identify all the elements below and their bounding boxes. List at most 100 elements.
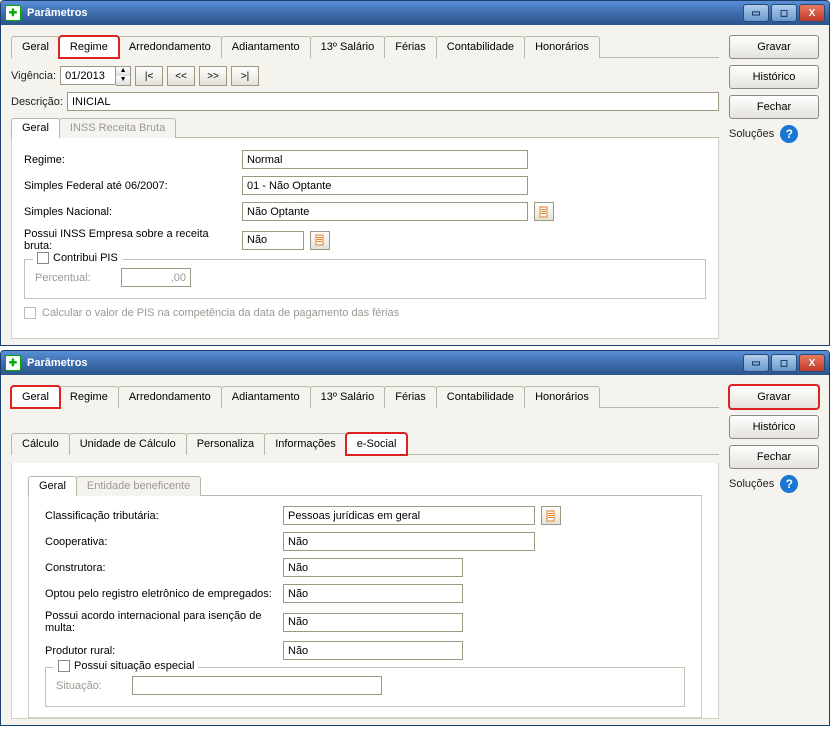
tab-13-salario[interactable]: 13º Salário xyxy=(310,36,386,58)
solucoes-row: Soluções ? xyxy=(729,475,819,493)
simples-federal-label: Simples Federal até 06/2007: xyxy=(24,180,236,192)
geral-subtabs: Cálculo Unidade de Cálculo Personaliza I… xyxy=(11,432,719,455)
solucoes-label: Soluções xyxy=(729,128,774,140)
tab-regime[interactable]: Regime xyxy=(59,36,119,58)
tab-geral[interactable]: Geral xyxy=(11,36,60,58)
gravar-button[interactable]: Gravar xyxy=(729,35,819,59)
subtab-calculo[interactable]: Cálculo xyxy=(11,433,70,455)
tab-13-salario[interactable]: 13º Salário xyxy=(310,386,386,408)
esocial-inner-tabs: Geral Entidade beneficente xyxy=(28,475,702,496)
calcular-pis-ferias-label: Calcular o valor de PIS na competência d… xyxy=(42,307,399,319)
subtab-unidade-calculo[interactable]: Unidade de Cálculo xyxy=(69,433,187,455)
spinner-up-icon[interactable]: ▲ xyxy=(116,67,130,76)
simples-federal-input[interactable] xyxy=(242,176,528,195)
situacao-especial-checkbox[interactable] xyxy=(58,660,70,672)
percentual-input xyxy=(121,268,191,287)
contribui-pis-legend: Contribui PIS xyxy=(33,252,122,264)
innertab-entidade-beneficente[interactable]: Entidade beneficente xyxy=(76,476,201,496)
historico-button[interactable]: Histórico xyxy=(729,65,819,89)
subtab-personaliza[interactable]: Personaliza xyxy=(186,433,265,455)
regime-geral-panel: Regime: Simples Federal até 06/2007: Sim… xyxy=(11,138,719,339)
esocial-panel: Geral Entidade beneficente Classificação… xyxy=(11,463,719,719)
subtab-inss-receita-bruta[interactable]: INSS Receita Bruta xyxy=(59,118,176,138)
produtor-rural-label: Produtor rural: xyxy=(45,645,277,657)
tab-geral[interactable]: Geral xyxy=(11,386,60,408)
contribui-pis-fieldset: Contribui PIS Percentual: xyxy=(24,259,706,299)
minimize-button[interactable]: ▭ xyxy=(743,354,769,372)
tab-contabilidade[interactable]: Contabilidade xyxy=(436,386,525,408)
tab-adiantamento[interactable]: Adiantamento xyxy=(221,36,311,58)
tab-contabilidade[interactable]: Contabilidade xyxy=(436,36,525,58)
historico-button[interactable]: Histórico xyxy=(729,415,819,439)
tab-adiantamento[interactable]: Adiantamento xyxy=(221,386,311,408)
produtor-rural-input[interactable] xyxy=(283,641,463,660)
tab-arredondamento[interactable]: Arredondamento xyxy=(118,36,222,58)
classificacao-tributaria-input[interactable] xyxy=(283,506,535,525)
titlebar[interactable]: ✚ Parâmetros ▭ ◻ X xyxy=(1,351,829,375)
spinner-down-icon[interactable]: ▼ xyxy=(116,76,130,85)
tab-honorarios[interactable]: Honorários xyxy=(524,36,600,58)
construtora-input[interactable] xyxy=(283,558,463,577)
innertab-geral[interactable]: Geral xyxy=(28,476,77,496)
contribui-pis-label: Contribui PIS xyxy=(53,252,118,264)
window-parametros-regime: ✚ Parâmetros ▭ ◻ X Geral Regime Arredond… xyxy=(0,0,830,346)
lookup-classificacao-button[interactable] xyxy=(541,506,561,525)
situacao-input xyxy=(132,676,382,695)
titlebar[interactable]: ✚ Parâmetros ▭ ◻ X xyxy=(1,1,829,25)
subtab-geral[interactable]: Geral xyxy=(11,118,60,138)
help-icon[interactable]: ? xyxy=(780,125,798,143)
help-icon[interactable]: ? xyxy=(780,475,798,493)
nav-first-button[interactable]: |< xyxy=(135,66,163,86)
gravar-button[interactable]: Gravar xyxy=(729,385,819,409)
tab-ferias[interactable]: Férias xyxy=(384,36,437,58)
subtab-informacoes[interactable]: Informações xyxy=(264,433,347,455)
window-title: Parâmetros xyxy=(27,7,743,19)
app-icon: ✚ xyxy=(5,5,21,21)
lookup-simples-button[interactable] xyxy=(534,202,554,221)
regime-label: Regime: xyxy=(24,154,236,166)
contribui-pis-checkbox[interactable] xyxy=(37,252,49,264)
vigencia-spinner[interactable]: ▲ ▼ xyxy=(60,66,131,86)
tab-arredondamento[interactable]: Arredondamento xyxy=(118,386,222,408)
descricao-input[interactable] xyxy=(67,92,719,111)
simples-nacional-label: Simples Nacional: xyxy=(24,206,236,218)
calcular-pis-ferias-checkbox xyxy=(24,307,36,319)
tab-regime[interactable]: Regime xyxy=(59,386,119,408)
lookup-inss-button[interactable] xyxy=(310,231,330,250)
window-title: Parâmetros xyxy=(27,357,743,369)
registro-eletronico-input[interactable] xyxy=(283,584,463,603)
fechar-button[interactable]: Fechar xyxy=(729,445,819,469)
nav-next-button[interactable]: >> xyxy=(199,66,227,86)
simples-nacional-input[interactable] xyxy=(242,202,528,221)
acordo-internacional-input[interactable] xyxy=(283,613,463,632)
tab-honorarios[interactable]: Honorários xyxy=(524,386,600,408)
main-tabs: Geral Regime Arredondamento Adiantamento… xyxy=(11,35,719,58)
document-icon xyxy=(545,510,557,522)
side-buttons: Gravar Histórico Fechar Soluções ? xyxy=(729,35,819,339)
window-parametros-esocial: ✚ Parâmetros ▭ ◻ X Geral Regime Arredond… xyxy=(0,350,830,726)
close-button[interactable]: X xyxy=(799,354,825,372)
construtora-label: Construtora: xyxy=(45,562,277,574)
fechar-button[interactable]: Fechar xyxy=(729,95,819,119)
situacao-label: Situação: xyxy=(56,680,126,692)
nav-prev-button[interactable]: << xyxy=(167,66,195,86)
cooperativa-input[interactable] xyxy=(283,532,535,551)
esocial-geral-form: Classificação tributária: Cooperativa: C… xyxy=(28,496,702,718)
situacao-especial-fieldset: Possui situação especial Situação: xyxy=(45,667,685,707)
window-controls: ▭ ◻ X xyxy=(743,354,825,372)
maximize-button[interactable]: ◻ xyxy=(771,354,797,372)
maximize-button[interactable]: ◻ xyxy=(771,4,797,22)
close-button[interactable]: X xyxy=(799,4,825,22)
percentual-label: Percentual: xyxy=(35,272,115,284)
app-icon: ✚ xyxy=(5,355,21,371)
solucoes-label: Soluções xyxy=(729,478,774,490)
regime-input[interactable] xyxy=(242,150,528,169)
regime-subtabs: Geral INSS Receita Bruta xyxy=(11,117,719,138)
cooperativa-label: Cooperativa: xyxy=(45,536,277,548)
minimize-button[interactable]: ▭ xyxy=(743,4,769,22)
vigencia-input[interactable] xyxy=(60,66,116,85)
tab-ferias[interactable]: Férias xyxy=(384,386,437,408)
subtab-esocial[interactable]: e-Social xyxy=(346,433,408,455)
nav-last-button[interactable]: >| xyxy=(231,66,259,86)
inss-receita-input[interactable] xyxy=(242,231,304,250)
